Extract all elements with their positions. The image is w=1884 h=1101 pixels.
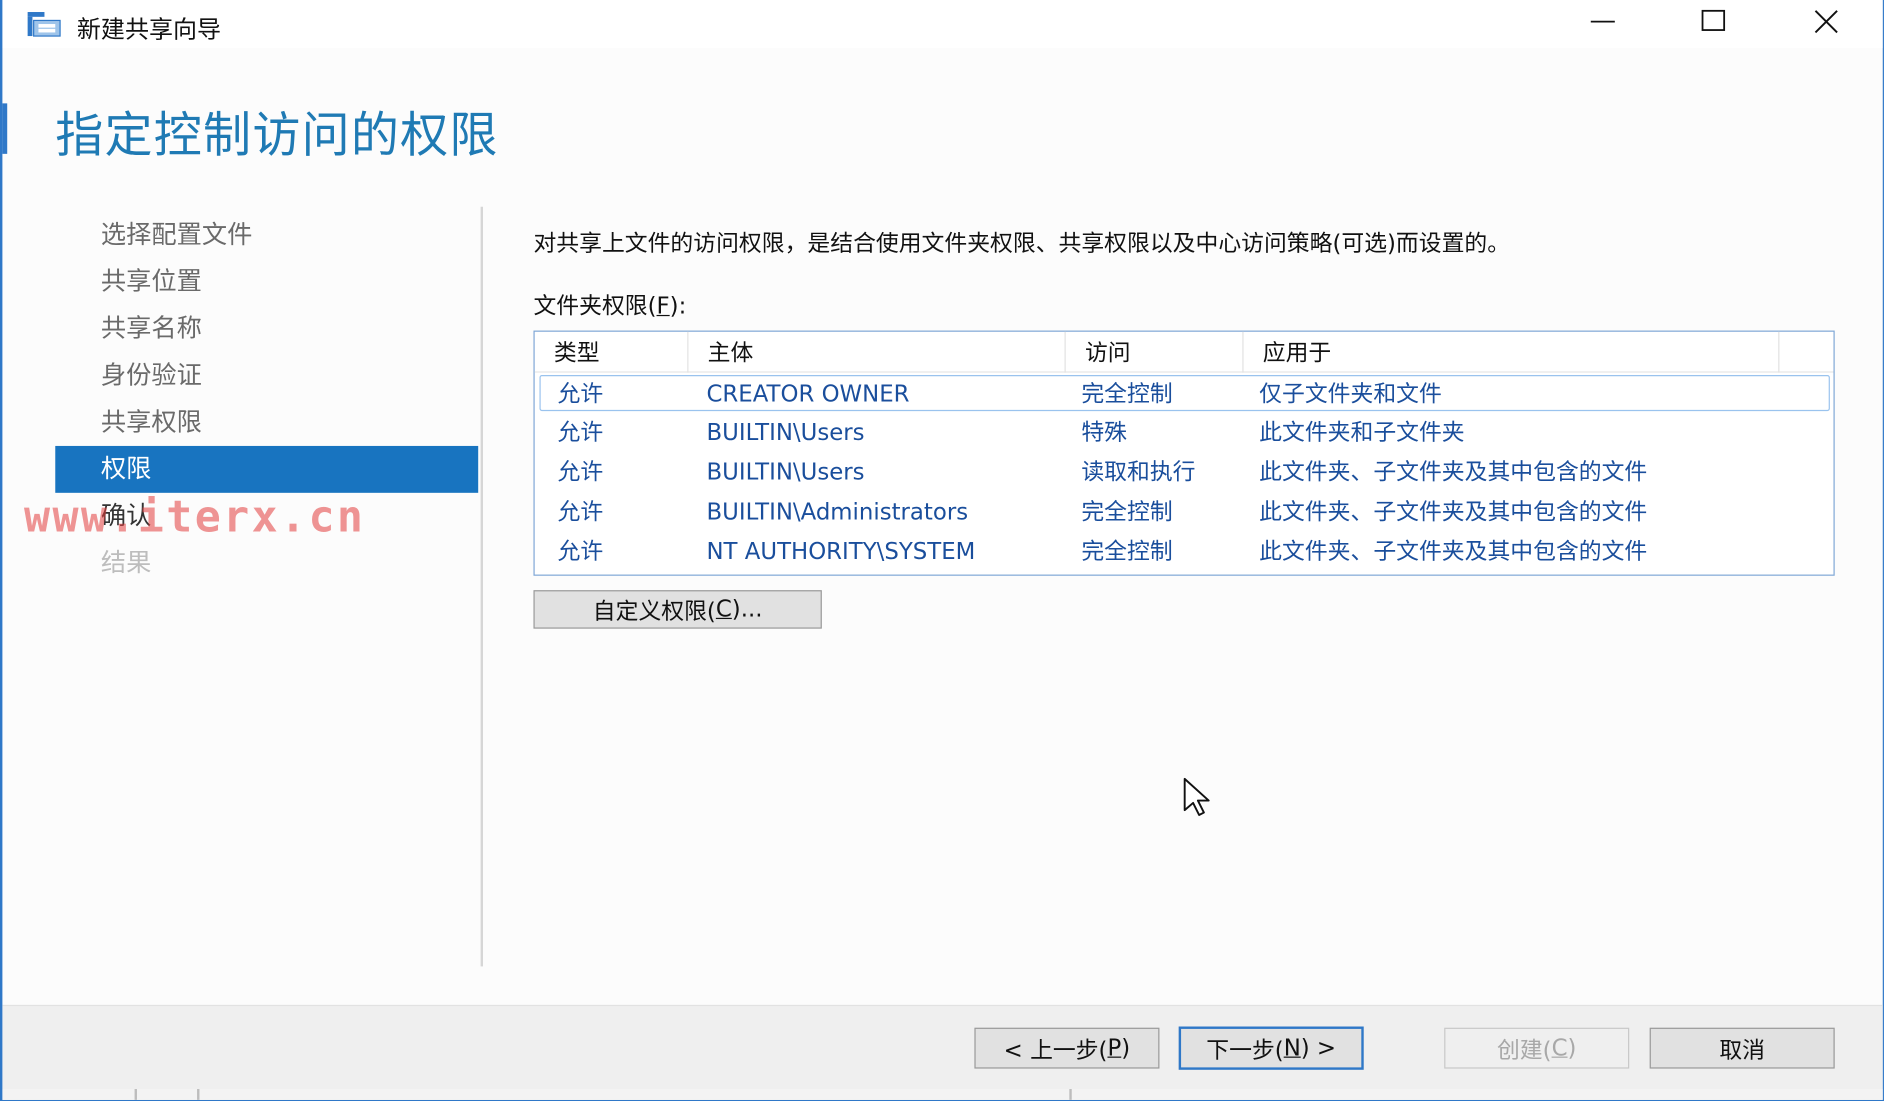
cell-access: 读取和执行 — [1081, 459, 1196, 486]
cell-access: 特殊 — [1081, 419, 1128, 446]
cell-applies-to: 此文件夹和子文件夹 — [1259, 419, 1465, 446]
bottom-strip — [2, 1089, 1883, 1100]
permissions-table[interactable]: 类型 主体 访问 应用于 允许 CREATOR OWNER 完全控制 仅子文件夹… — [533, 330, 1835, 576]
nav-step-share-permissions[interactable]: 共享权限 — [55, 399, 478, 446]
nav-step-select-profile[interactable]: 选择配置文件 — [55, 212, 478, 259]
minimize-button[interactable] — [1548, 0, 1659, 48]
cell-type: 允许 — [557, 498, 604, 526]
back-button[interactable]: < 上一步(P) — [974, 1027, 1160, 1069]
next-button[interactable]: 下一步(N) > — [1178, 1026, 1364, 1070]
window-edge-accent — [2, 103, 8, 154]
cell-principal: BUILTIN\Users — [706, 459, 865, 486]
column-header-access[interactable]: 访问 — [1066, 331, 1244, 373]
cell-access: 完全控制 — [1081, 381, 1173, 408]
column-header-principal[interactable]: 主体 — [688, 331, 1066, 373]
nav-step-share-location[interactable]: 共享位置 — [55, 258, 478, 305]
wizard-window: 新建共享向导 指定控制访问的权限 选择配置文件 共享位置 共享名称 身份验证 共… — [0, 0, 1884, 1101]
cell-applies-to: 此文件夹、子文件夹及其中包含的文件 — [1259, 538, 1648, 565]
nav-step-permissions[interactable]: 权限 — [55, 445, 479, 493]
cell-access: 完全控制 — [1081, 498, 1173, 526]
nav-step-results: 结果 — [100, 548, 152, 577]
window-title: 新建共享向导 — [76, 14, 222, 44]
cell-applies-to: 此文件夹、子文件夹及其中包含的文件 — [1259, 498, 1648, 526]
table-row[interactable]: 允许 BUILTIN\Users 读取和执行 此文件夹、子文件夹及其中包含的文件 — [539, 454, 1829, 490]
cell-access: 完全控制 — [1081, 538, 1173, 565]
strip-divider — [1069, 1089, 1072, 1100]
cell-principal: BUILTIN\Users — [706, 419, 865, 446]
nav-step-authentication[interactable]: 身份验证 — [55, 352, 478, 399]
folder-permissions-label: 文件夹权限(F): — [533, 293, 687, 320]
share-wizard-icon — [26, 10, 62, 39]
cell-principal: CREATOR OWNER — [706, 381, 910, 408]
strip-divider — [197, 1089, 200, 1100]
permissions-description: 对共享上文件的访问权限，是结合使用文件夹权限、共享权限以及中心访问策略(可选)而… — [533, 230, 1511, 258]
maximize-button[interactable] — [1658, 0, 1769, 48]
table-row[interactable]: 允许 BUILTIN\Users 特殊 此文件夹和子文件夹 — [539, 415, 1829, 451]
table-header: 类型 主体 访问 应用于 — [534, 331, 1834, 373]
minimize-icon — [1590, 8, 1616, 39]
cancel-button[interactable]: 取消 — [1649, 1027, 1835, 1069]
cell-type: 允许 — [557, 419, 604, 446]
column-header-type[interactable]: 类型 — [535, 331, 689, 373]
table-row[interactable]: 允许 BUILTIN\Administrators 完全控制 此文件夹、子文件夹… — [539, 494, 1829, 530]
page-title: 指定控制访问的权限 — [55, 108, 499, 164]
create-button: 创建(C) — [1444, 1027, 1630, 1069]
maximize-icon — [1700, 8, 1726, 39]
nav-divider — [480, 206, 484, 967]
cell-type: 允许 — [557, 459, 604, 486]
cell-principal: BUILTIN\Administrators — [706, 498, 969, 526]
mouse-pointer-icon — [1182, 776, 1216, 817]
customize-permissions-button[interactable]: 自定义权限(C)... — [533, 590, 822, 629]
cell-type: 允许 — [557, 381, 604, 408]
strip-divider — [134, 1089, 137, 1100]
title-bar: 新建共享向导 — [2, 0, 1883, 49]
watermark-text: www.iterx.cn — [24, 492, 366, 543]
cell-type: 允许 — [557, 538, 604, 565]
table-row[interactable]: 允许 CREATOR OWNER 完全控制 仅子文件夹和文件 — [539, 375, 1830, 412]
close-icon — [1813, 8, 1839, 39]
nav-step-share-name[interactable]: 共享名称 — [55, 305, 478, 352]
table-row[interactable]: 允许 NT AUTHORITY\SYSTEM 完全控制 此文件夹、子文件夹及其中… — [539, 534, 1829, 570]
cell-applies-to: 此文件夹、子文件夹及其中包含的文件 — [1259, 459, 1648, 486]
close-button[interactable] — [1771, 0, 1882, 48]
cell-applies-to: 仅子文件夹和文件 — [1259, 381, 1442, 408]
cell-principal: NT AUTHORITY\SYSTEM — [706, 538, 976, 565]
column-header-applies-to[interactable]: 应用于 — [1244, 331, 1780, 373]
